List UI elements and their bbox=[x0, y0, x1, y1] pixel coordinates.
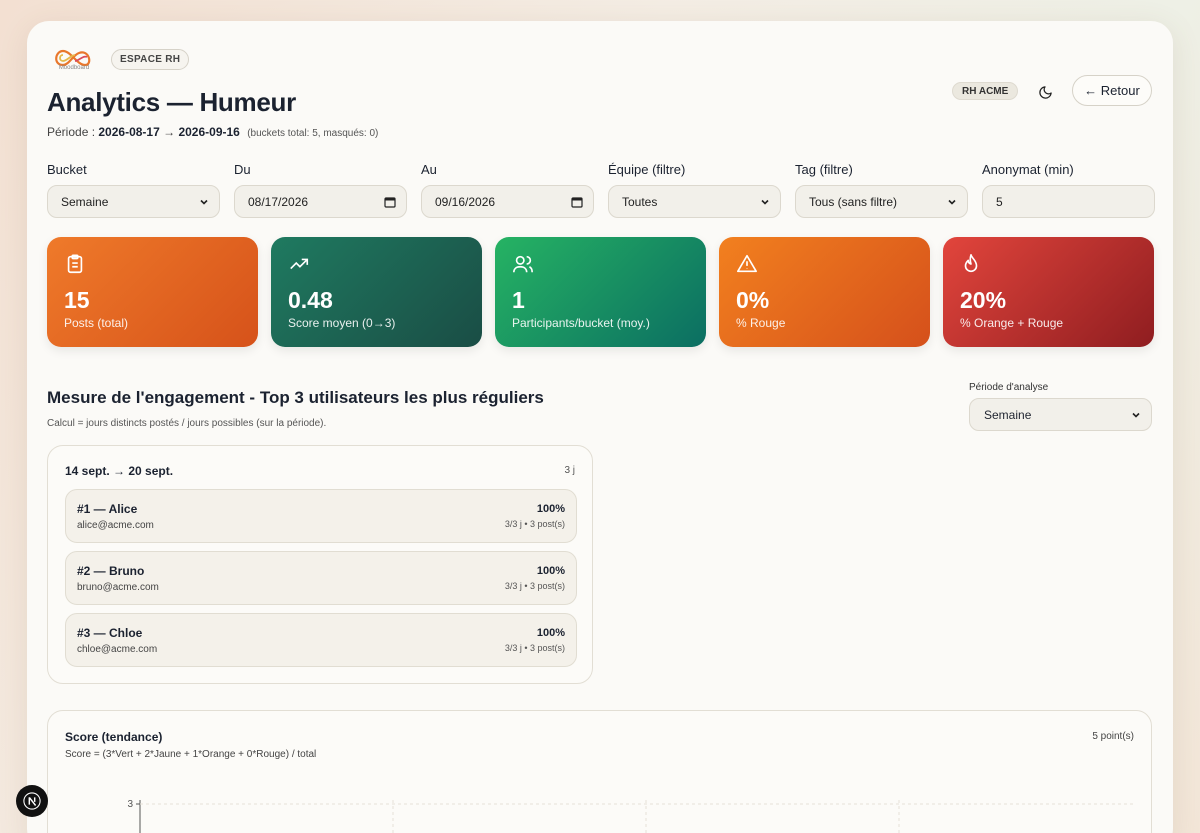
filter-label: Au bbox=[421, 162, 437, 177]
to-date-input[interactable]: 09/16/2026 bbox=[421, 185, 594, 218]
filter-label: Équipe (filtre) bbox=[608, 162, 686, 177]
engagement-title: Mesure de l'engagement - Top 3 utilisate… bbox=[47, 388, 544, 407]
kpi-card-posts: 15 Posts (total) bbox=[47, 237, 258, 347]
theme-toggle-button[interactable] bbox=[1033, 80, 1057, 104]
user-email: alice@acme.com bbox=[77, 520, 154, 531]
trending-up-icon bbox=[290, 258, 309, 270]
y-tick-label: 3 bbox=[127, 799, 133, 810]
filter-to: Au 09/16/2026 bbox=[421, 162, 594, 218]
chevron-down-icon bbox=[1132, 412, 1140, 418]
to-date-value: 09/16/2026 bbox=[435, 194, 496, 209]
kpi-card-orange-red: 20% % Orange + Rouge bbox=[943, 237, 1154, 347]
logo-text: Moodboard bbox=[58, 65, 90, 71]
kpi-label: Participants/bucket (moy.) bbox=[512, 316, 650, 330]
period-meta: (buckets total: 5, masqués: 0) bbox=[247, 128, 379, 139]
user-days-posts: 3/3 j • 3 post(s) bbox=[504, 519, 565, 529]
nextjs-dev-badge[interactable] bbox=[16, 785, 48, 817]
filter-label: Du bbox=[234, 162, 251, 177]
user-rank-name: #1 — Alice bbox=[77, 502, 138, 516]
back-button[interactable]: ← Retour bbox=[1072, 75, 1152, 106]
user-percentage: 100% bbox=[536, 503, 565, 515]
filter-from: Du 08/17/2026 bbox=[234, 162, 407, 218]
period-arrow: → bbox=[163, 125, 176, 139]
bucket-select[interactable]: Semaine bbox=[47, 185, 220, 218]
user-rank-name: #2 — Bruno bbox=[77, 564, 145, 578]
score-trend-card: 32.25 Score (tendance) Score = (3*Vert +… bbox=[47, 710, 1152, 833]
filter-anonymity: Anonymat (min) 5 bbox=[982, 162, 1155, 218]
kpi-row: 15 Posts (total) 0.48 Score moyen (0→3) … bbox=[47, 237, 1154, 347]
kpi-label: % Rouge bbox=[736, 316, 786, 330]
period-prefix: Période : bbox=[47, 125, 96, 139]
filter-bucket: Bucket Semaine bbox=[47, 162, 220, 218]
top-users-card: 14 sept. → 20 sept. 3 j #1 — Alice alice… bbox=[47, 445, 593, 684]
user-percentage: 100% bbox=[536, 565, 565, 577]
analysis-period-value: Semaine bbox=[984, 407, 1032, 422]
chart-points-count: 5 point(s) bbox=[1092, 731, 1134, 742]
space-badge: ESPACE RH bbox=[111, 49, 190, 70]
tag-select[interactable]: Tous (sans filtre) bbox=[795, 185, 968, 218]
filter-label: Bucket bbox=[47, 162, 87, 177]
kpi-value: 20% bbox=[960, 287, 1007, 313]
chevron-down-icon bbox=[761, 199, 769, 205]
kpi-value: 1 bbox=[512, 287, 525, 313]
filter-label: Tag (filtre) bbox=[795, 162, 853, 177]
user-email: bruno@acme.com bbox=[77, 582, 159, 593]
calendar-icon[interactable] bbox=[571, 196, 583, 208]
team-select[interactable]: Toutes bbox=[608, 185, 781, 218]
user-days-posts: 3/3 j • 3 post(s) bbox=[504, 581, 565, 591]
period-summary: Période : 2026-08-17 → 2026-09-16 (bucke… bbox=[47, 125, 378, 139]
flame-icon bbox=[964, 254, 978, 273]
filters-bar: Bucket Semaine Du 08/17/2026 Au 09/16/20… bbox=[47, 162, 1155, 218]
top-users-list: #1 — Alice alice@acme.com 100% 3/3 j • 3… bbox=[65, 489, 577, 675]
kpi-value: 0% bbox=[736, 287, 770, 313]
warning-icon bbox=[737, 254, 757, 273]
bucket-value: Semaine bbox=[61, 194, 109, 209]
calendar-icon[interactable] bbox=[384, 196, 396, 208]
kpi-value: 15 bbox=[64, 287, 90, 313]
engagement-subtitle: Calcul = jours distincts postés / jours … bbox=[47, 418, 327, 429]
users-icon bbox=[513, 255, 533, 273]
analysis-period-select[interactable]: Semaine bbox=[969, 398, 1152, 431]
user-days-posts: 3/3 j • 3 post(s) bbox=[504, 643, 565, 653]
kpi-label: % Orange + Rouge bbox=[960, 316, 1064, 330]
filter-tag: Tag (filtre) Tous (sans filtre) bbox=[795, 162, 968, 218]
top-users-period: 14 sept. → 20 sept. bbox=[65, 464, 174, 478]
nextjs-logo-icon bbox=[23, 792, 41, 810]
user-rank-name: #3 — Chloe bbox=[77, 626, 143, 640]
app-window: Moodboard ESPACE RH Analytics — Humeur P… bbox=[27, 21, 1173, 833]
kpi-card-red: 0% % Rouge bbox=[719, 237, 930, 347]
chevron-down-icon bbox=[948, 199, 956, 205]
user-percentage: 100% bbox=[536, 627, 565, 639]
chart-title: Score (tendance) bbox=[65, 730, 163, 744]
period-end: 2026-09-16 bbox=[178, 125, 240, 139]
anonymity-input[interactable]: 5 bbox=[982, 185, 1155, 218]
clipboard-icon bbox=[67, 254, 83, 274]
kpi-card-participants: 1 Participants/bucket (moy.) bbox=[495, 237, 706, 347]
list-item: #1 — Alice alice@acme.com 100% 3/3 j • 3… bbox=[65, 489, 577, 543]
from-date-value: 08/17/2026 bbox=[248, 194, 309, 209]
filter-team: Équipe (filtre) Toutes bbox=[608, 162, 781, 218]
from-date-input[interactable]: 08/17/2026 bbox=[234, 185, 407, 218]
tag-value: Tous (sans filtre) bbox=[809, 194, 898, 209]
page-title: Analytics — Humeur bbox=[47, 87, 296, 117]
chart-formula: Score = (3*Vert + 2*Jaune + 1*Orange + 0… bbox=[65, 749, 317, 760]
org-badge: RH ACME bbox=[952, 82, 1019, 100]
score-trend-chart: 32.25 bbox=[127, 799, 1136, 833]
kpi-label: Score moyen (0→3) bbox=[288, 316, 396, 330]
chevron-down-icon bbox=[200, 199, 208, 205]
top-users-days: 3 j bbox=[564, 465, 575, 476]
list-item: #2 — Bruno bruno@acme.com 100% 3/3 j • 3… bbox=[65, 551, 577, 605]
analysis-period-label: Période d'analyse bbox=[969, 382, 1049, 393]
moon-icon bbox=[1038, 85, 1052, 99]
kpi-label: Posts (total) bbox=[64, 316, 129, 330]
kpi-card-score: 0.48 Score moyen (0→3) bbox=[271, 237, 482, 347]
filter-label: Anonymat (min) bbox=[982, 162, 1074, 177]
team-value: Toutes bbox=[622, 194, 658, 209]
user-email: chloe@acme.com bbox=[77, 644, 158, 655]
period-start: 2026-08-17 bbox=[98, 125, 160, 139]
list-item: #3 — Chloe chloe@acme.com 100% 3/3 j • 3… bbox=[65, 613, 577, 667]
anonymity-value: 5 bbox=[996, 194, 1003, 209]
kpi-value: 0.48 bbox=[288, 287, 333, 313]
